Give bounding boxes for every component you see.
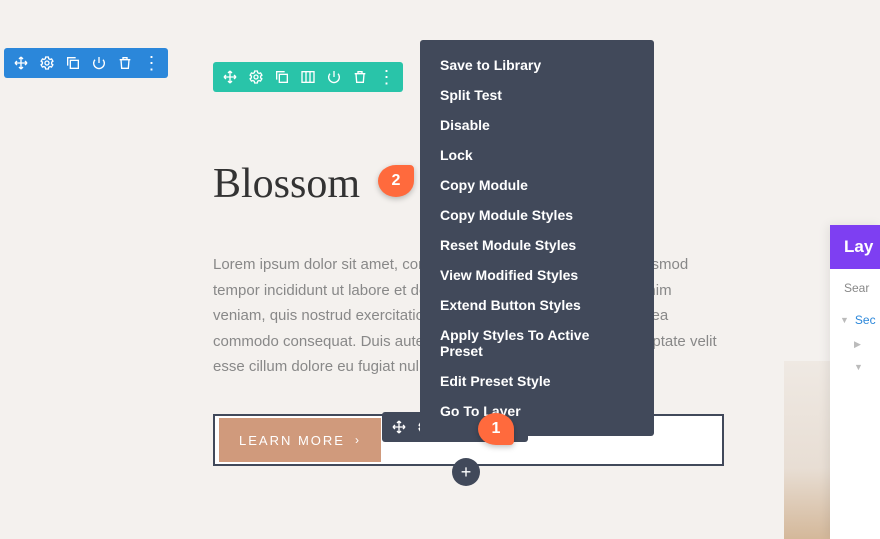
move-icon[interactable] bbox=[8, 48, 34, 78]
menu-copy-module-styles[interactable]: Copy Module Styles bbox=[420, 200, 654, 230]
caret-right-icon: ▶ bbox=[854, 339, 861, 350]
caret-down-icon: ▼ bbox=[840, 315, 849, 325]
menu-extend-button-styles[interactable]: Extend Button Styles bbox=[420, 290, 654, 320]
panel-row[interactable]: ▶ bbox=[830, 333, 880, 356]
more-icon[interactable]: ⋮ bbox=[138, 48, 164, 78]
trash-icon[interactable] bbox=[347, 62, 373, 92]
panel-row[interactable]: ▼ bbox=[830, 356, 880, 378]
duplicate-icon[interactable] bbox=[60, 48, 86, 78]
annotation-callout-1: 1 bbox=[478, 413, 514, 445]
plus-icon: + bbox=[461, 462, 472, 483]
menu-go-to-layer[interactable]: Go To Layer bbox=[420, 396, 654, 426]
move-icon[interactable] bbox=[217, 62, 243, 92]
move-icon[interactable] bbox=[386, 412, 412, 442]
menu-copy-module[interactable]: Copy Module bbox=[420, 170, 654, 200]
menu-save-to-library[interactable]: Save to Library bbox=[420, 50, 654, 80]
columns-icon[interactable] bbox=[295, 62, 321, 92]
panel-title: Lay bbox=[830, 225, 880, 269]
panel-section-row[interactable]: ▼ Sec bbox=[830, 307, 880, 333]
context-menu: Save to Library Split Test Disable Lock … bbox=[420, 40, 654, 436]
power-icon[interactable] bbox=[86, 48, 112, 78]
chevron-right-icon: › bbox=[355, 433, 361, 447]
row-toolbar[interactable]: ⋮ bbox=[213, 62, 403, 92]
more-icon[interactable]: ⋮ bbox=[373, 62, 399, 92]
annotation-callout-2: 2 bbox=[378, 165, 414, 197]
menu-reset-module-styles[interactable]: Reset Module Styles bbox=[420, 230, 654, 260]
learn-more-button[interactable]: LEARN MORE › bbox=[219, 418, 381, 462]
settings-icon[interactable] bbox=[243, 62, 269, 92]
power-icon[interactable] bbox=[321, 62, 347, 92]
menu-apply-styles-preset[interactable]: Apply Styles To Active Preset bbox=[420, 320, 654, 366]
menu-view-modified-styles[interactable]: View Modified Styles bbox=[420, 260, 654, 290]
button-label: LEARN MORE bbox=[239, 433, 345, 448]
menu-disable[interactable]: Disable bbox=[420, 110, 654, 140]
section-toolbar[interactable]: ⋮ bbox=[4, 48, 168, 78]
caret-down-icon: ▼ bbox=[854, 362, 863, 372]
menu-lock[interactable]: Lock bbox=[420, 140, 654, 170]
menu-edit-preset-style[interactable]: Edit Preset Style bbox=[420, 366, 654, 396]
trash-icon[interactable] bbox=[112, 48, 138, 78]
settings-icon[interactable] bbox=[34, 48, 60, 78]
panel-section-label: Sec bbox=[855, 313, 876, 327]
add-module-button[interactable]: + bbox=[452, 458, 480, 486]
menu-split-test[interactable]: Split Test bbox=[420, 80, 654, 110]
panel-search[interactable]: Sear bbox=[830, 269, 880, 307]
duplicate-icon[interactable] bbox=[269, 62, 295, 92]
layers-panel: Lay Sear ▼ Sec ▶ ▼ bbox=[830, 225, 880, 539]
